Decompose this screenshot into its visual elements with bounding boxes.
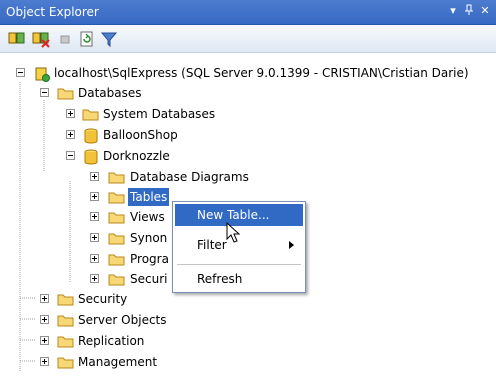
tree-label-databases: Databases bbox=[78, 86, 142, 100]
tree-label-replication: Replication bbox=[78, 334, 145, 348]
collapse-toggle[interactable] bbox=[16, 68, 25, 77]
folder-icon bbox=[108, 190, 125, 204]
folder-icon bbox=[108, 272, 125, 286]
expand-toggle[interactable] bbox=[66, 109, 75, 118]
expand-toggle[interactable] bbox=[90, 212, 99, 221]
server-icon bbox=[34, 66, 51, 82]
expand-toggle[interactable] bbox=[40, 315, 49, 324]
database-icon bbox=[84, 149, 101, 165]
expand-toggle[interactable] bbox=[90, 172, 99, 181]
folder-icon bbox=[57, 292, 74, 306]
folder-icon bbox=[108, 231, 125, 245]
close-icon[interactable]: ✕ bbox=[478, 4, 492, 18]
stop-icon[interactable] bbox=[56, 30, 74, 48]
tree-label-views: Views bbox=[130, 210, 165, 224]
folder-icon bbox=[57, 313, 74, 327]
collapse-toggle[interactable] bbox=[66, 151, 75, 160]
expand-toggle[interactable] bbox=[90, 192, 99, 201]
folder-icon bbox=[57, 86, 74, 100]
expand-toggle[interactable] bbox=[40, 336, 49, 345]
expand-toggle[interactable] bbox=[40, 294, 49, 303]
refresh-icon[interactable] bbox=[78, 30, 96, 48]
tree-label-server-objects: Server Objects bbox=[78, 313, 167, 327]
submenu-arrow-icon bbox=[289, 241, 294, 249]
filter-icon[interactable] bbox=[100, 30, 118, 48]
expand-toggle[interactable] bbox=[90, 274, 99, 283]
chevron-down-icon[interactable]: ▾ bbox=[446, 4, 460, 18]
folder-icon bbox=[57, 355, 74, 369]
menu-item-refresh-label: Refresh bbox=[197, 272, 243, 286]
tree-label-db-security: Securi bbox=[130, 272, 168, 286]
menu-item-filter-label: Filter bbox=[197, 238, 227, 252]
tree-label-balloonshop: BalloonShop bbox=[103, 128, 178, 142]
window-title: Object Explorer bbox=[6, 5, 99, 19]
context-menu: New Table... Filter Refresh bbox=[172, 201, 306, 293]
pin-icon[interactable] bbox=[462, 4, 476, 18]
expand-toggle[interactable] bbox=[66, 130, 75, 139]
folder-icon bbox=[57, 334, 74, 348]
tree-label-server: localhost\SqlExpress (SQL Server 9.0.139… bbox=[54, 66, 469, 80]
tree-label-programmability: Progra bbox=[130, 252, 169, 266]
mouse-pointer-icon bbox=[226, 222, 241, 243]
database-icon bbox=[84, 128, 101, 144]
folder-icon bbox=[108, 252, 125, 266]
disconnect-icon[interactable] bbox=[32, 30, 50, 48]
tree-label-synonyms: Synon bbox=[130, 231, 168, 245]
collapse-toggle[interactable] bbox=[40, 88, 49, 97]
folder-icon bbox=[108, 170, 125, 184]
tree-label-security: Security bbox=[78, 292, 128, 306]
tree-label-tables: Tables bbox=[126, 187, 171, 207]
menu-separator bbox=[177, 264, 301, 265]
expand-toggle[interactable] bbox=[90, 254, 99, 263]
object-explorer-toolbar bbox=[0, 25, 496, 53]
expand-toggle[interactable] bbox=[90, 233, 99, 242]
menu-item-refresh[interactable]: Refresh bbox=[175, 268, 303, 290]
tree-label-database-diagrams: Database Diagrams bbox=[130, 170, 249, 184]
connect-icon[interactable] bbox=[8, 30, 26, 48]
tree-label-management: Management bbox=[78, 355, 158, 369]
object-explorer-titlebar: Object Explorer ▾ ✕ bbox=[0, 0, 496, 25]
folder-icon bbox=[108, 210, 125, 224]
expand-toggle[interactable] bbox=[40, 357, 49, 366]
tree-label-system-databases: System Databases bbox=[103, 107, 216, 121]
tree-label-dorknozzle: Dorknozzle bbox=[103, 149, 170, 163]
folder-icon bbox=[82, 107, 99, 121]
